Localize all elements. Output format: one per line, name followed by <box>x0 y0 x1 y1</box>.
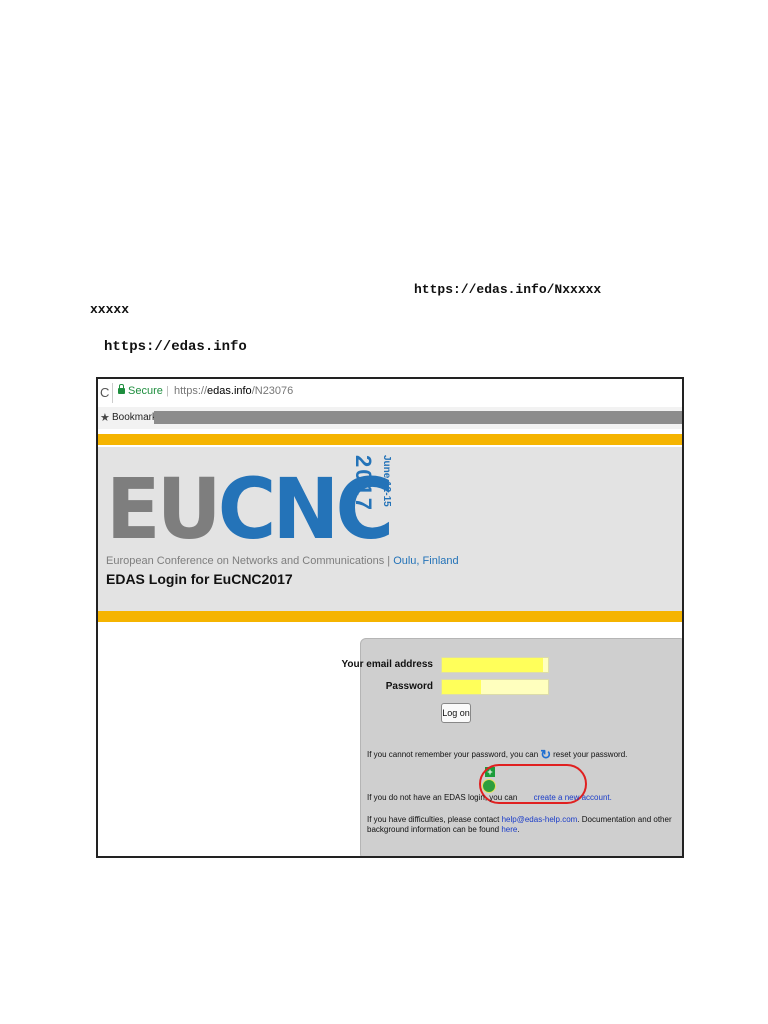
email-autofill-highlight <box>442 658 543 672</box>
help-text-end: . <box>517 825 520 834</box>
help-email-link[interactable]: help@edas-help.com <box>502 815 578 824</box>
lock-icon <box>118 384 125 394</box>
no-account-text: If you do not have an EDAS login, you ca… <box>367 793 518 802</box>
address-separator: | <box>166 385 169 397</box>
url-host: edas.info <box>207 385 252 397</box>
password-field[interactable] <box>441 679 549 695</box>
toolbar-divider <box>112 383 113 403</box>
tagline-city: Oulu, Finland <box>393 555 459 567</box>
top-yellow-stripe <box>98 434 682 445</box>
help-here-link[interactable]: here <box>501 825 517 834</box>
page-title: EDAS Login for EuCNC2017 <box>106 571 293 587</box>
forgot-password-line: If you cannot remember your password, yo… <box>367 747 627 763</box>
bottom-yellow-stripe <box>98 611 682 622</box>
url-path: /N23076 <box>251 385 294 397</box>
document-url-line1: https://edas.info/Nxxxxx <box>414 282 602 297</box>
password-autofill-highlight <box>442 680 482 694</box>
help-text: If you have difficulties, please contact <box>367 815 500 824</box>
secure-label: Secure <box>128 385 163 397</box>
bookmarks-bar: ★ Bookmarks <box>98 407 682 429</box>
url-scheme: https:// <box>174 385 208 397</box>
logo-eu-text: EU <box>106 460 222 558</box>
address-bar[interactable]: C Secure | https://edas.info/N23076 <box>98 379 682 408</box>
tagline-text: European Conference on Networks and Comm… <box>106 555 394 567</box>
no-account-line: If you do not have an EDAS login, you ca… <box>367 793 612 802</box>
reset-password-link[interactable]: reset your password. <box>553 750 627 759</box>
logo-year-block: 2017 June 12-15 <box>346 455 392 535</box>
refresh-icon[interactable]: ↻ <box>540 747 551 763</box>
star-icon[interactable]: ★ <box>100 411 110 424</box>
reload-icon[interactable]: C <box>100 385 109 400</box>
password-label: Password <box>385 681 433 692</box>
create-account-link[interactable]: create a new account. <box>534 793 612 802</box>
conference-tagline: European Conference on Networks and Comm… <box>106 555 459 567</box>
logo-year: 2017 <box>351 455 376 512</box>
login-panel: Your email address Password Log on If yo… <box>341 638 682 856</box>
email-label: Your email address <box>341 659 433 670</box>
conference-header: EUCNC 2017 June 12-15 European Conferenc… <box>98 447 682 611</box>
bookmarks-redacted-bar <box>154 411 682 424</box>
address-url[interactable]: https://edas.info/N23076 <box>174 385 293 397</box>
logo-dates: June 12-15 <box>381 455 392 507</box>
log-on-button[interactable]: Log on <box>441 703 471 723</box>
document-url-line1-continued: xxxxx <box>90 302 130 317</box>
document-url-line2: https://edas.info <box>104 339 247 355</box>
browser-screenshot: C Secure | https://edas.info/N23076 ★ Bo… <box>96 377 684 858</box>
help-line: If you have difficulties, please contact… <box>367 815 682 835</box>
email-field[interactable] <box>441 657 549 673</box>
forgot-text: If you cannot remember your password, yo… <box>367 750 539 760</box>
